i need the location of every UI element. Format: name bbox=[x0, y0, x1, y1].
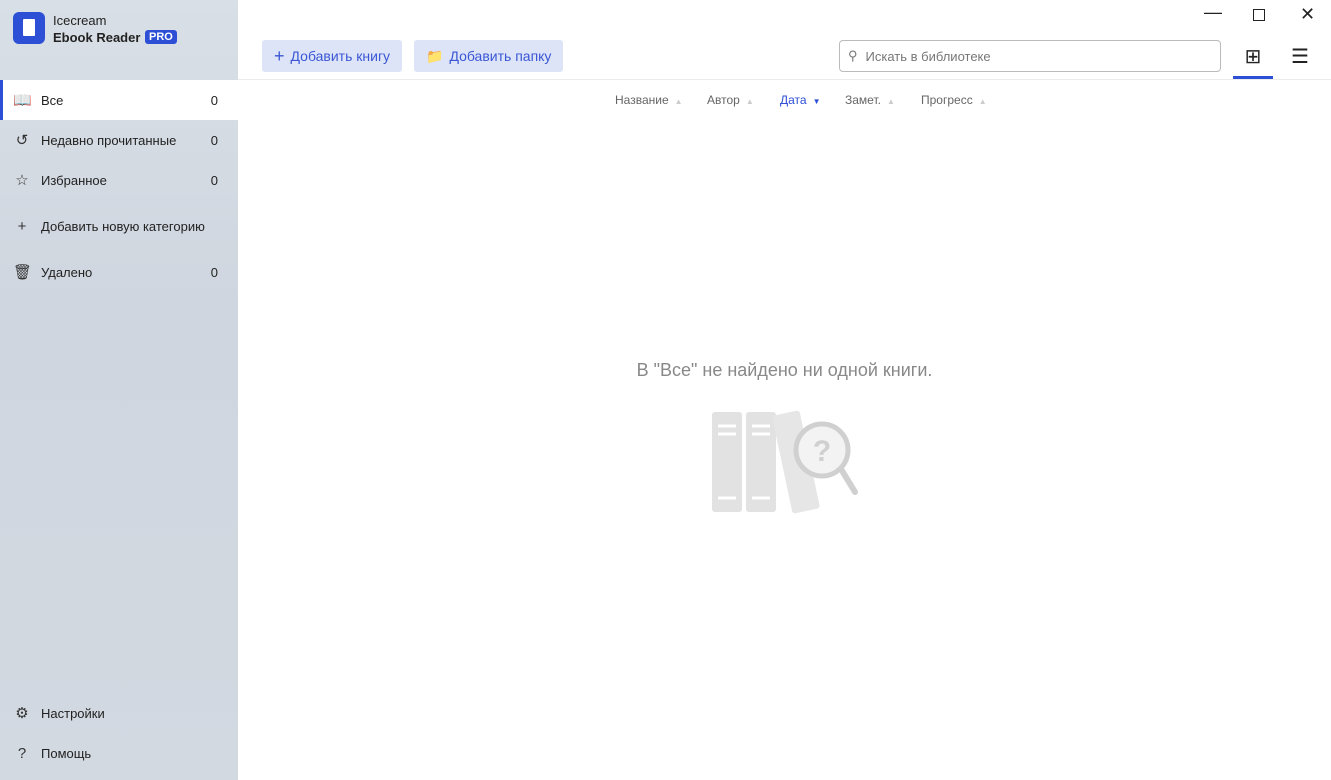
empty-library-icon: ? bbox=[712, 410, 858, 514]
plus-icon: + bbox=[274, 45, 285, 66]
label: Недавно прочитанные bbox=[41, 132, 177, 148]
search-input[interactable]: ⚲ Искать в библиотеке bbox=[839, 40, 1221, 72]
app-name-line1: Icecream bbox=[53, 13, 107, 28]
sort-arrow-icon: ▲ bbox=[886, 97, 895, 106]
sort-progress[interactable]: Прогресс ▲ bbox=[921, 93, 987, 107]
count: 0 bbox=[210, 264, 218, 280]
label: Дата bbox=[780, 93, 807, 107]
sort-arrow-icon: ▲ bbox=[674, 97, 683, 106]
count: 0 bbox=[210, 172, 218, 188]
help-button[interactable]: ? Помощь bbox=[0, 733, 238, 773]
grid-view-button[interactable]: ⊞ bbox=[1233, 40, 1273, 79]
minimize-button[interactable]: — bbox=[1204, 2, 1222, 23]
label: Все bbox=[41, 92, 64, 108]
search-placeholder: Искать в библиотеке bbox=[865, 48, 991, 64]
label: Настройки bbox=[41, 705, 105, 721]
star-icon: ☆ bbox=[15, 172, 29, 189]
sort-arrow-icon: ▼ bbox=[812, 97, 821, 106]
close-button[interactable]: ✕ bbox=[1300, 4, 1315, 25]
label: Добавить новую категорию bbox=[41, 218, 205, 234]
plus-icon: + bbox=[17, 217, 27, 235]
label: Замет. bbox=[845, 93, 881, 107]
sort-arrow-icon: ▲ bbox=[745, 97, 754, 106]
sort-arrow-icon: ▲ bbox=[978, 97, 987, 106]
sort-notes[interactable]: Замет. ▲ bbox=[845, 93, 895, 107]
sort-name[interactable]: Название ▲ bbox=[615, 93, 683, 107]
count: 0 bbox=[210, 132, 218, 148]
sidebar-item-all[interactable]: 📖 Все 0 bbox=[0, 80, 238, 120]
label: Прогресс bbox=[921, 93, 973, 107]
sidebar-item-deleted[interactable]: 🗑 Удалено 0 bbox=[0, 252, 238, 292]
folder-plus-icon: 📁 bbox=[426, 47, 444, 64]
sidebar-item-recent[interactable]: ↺ Недавно прочитанные 0 bbox=[0, 120, 238, 160]
label: Название bbox=[615, 93, 669, 107]
add-folder-button[interactable]: 📁 Добавить папку bbox=[414, 40, 564, 72]
sort-date[interactable]: Дата ▼ bbox=[780, 93, 821, 107]
search-icon: ⚲ bbox=[848, 48, 858, 63]
label: Добавить папку bbox=[449, 48, 552, 64]
add-category-button[interactable]: + Добавить новую категорию bbox=[0, 206, 238, 246]
svg-text:?: ? bbox=[813, 435, 831, 468]
sidebar: Icecream Ebook Reader PRO 📖 Все 0 ↺ Недавно… bbox=[0, 0, 238, 780]
pro-badge: PRO bbox=[145, 30, 177, 44]
maximize-button[interactable] bbox=[1253, 9, 1265, 21]
label: Автор bbox=[707, 93, 740, 107]
divider bbox=[238, 79, 1331, 80]
count: 0 bbox=[210, 92, 218, 108]
settings-button[interactable]: ⚙ Настройки bbox=[0, 693, 238, 733]
add-book-button[interactable]: + Добавить книгу bbox=[262, 40, 403, 72]
history-icon: ↺ bbox=[15, 132, 29, 149]
label: Удалено bbox=[41, 264, 93, 280]
trash-icon: 🗑 bbox=[13, 264, 33, 281]
label: Избранное bbox=[41, 172, 107, 188]
help-icon: ? bbox=[17, 744, 27, 762]
app-logo-icon bbox=[13, 12, 45, 44]
sidebar-item-favorites[interactable]: ☆ Избранное 0 bbox=[0, 160, 238, 200]
book-open-icon: 📖 bbox=[13, 92, 32, 109]
empty-message: В "Все" не найдено ни одной книги. bbox=[636, 360, 933, 380]
sort-author[interactable]: Автор ▲ bbox=[707, 93, 754, 107]
label: Добавить книгу bbox=[290, 48, 391, 64]
app-name-line2: Ebook Reader bbox=[53, 30, 141, 45]
list-view-button[interactable]: ☰ bbox=[1280, 40, 1320, 76]
label: Помощь bbox=[41, 745, 92, 761]
gear-icon: ⚙ bbox=[15, 705, 29, 722]
